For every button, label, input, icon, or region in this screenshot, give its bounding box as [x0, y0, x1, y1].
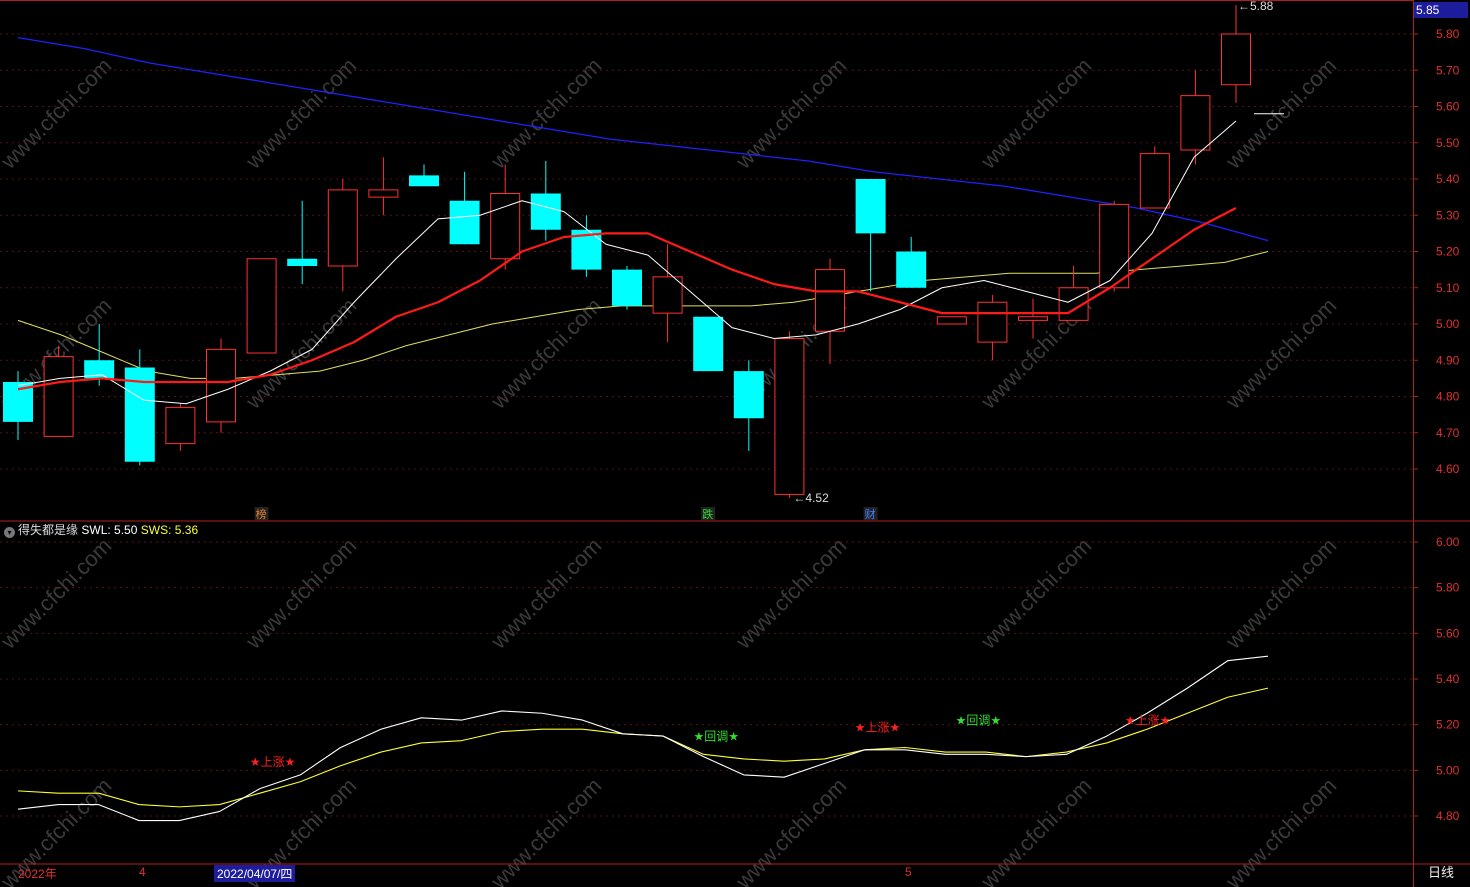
price-tick-label: 5.20: [1436, 245, 1460, 259]
watermark-text: www.cfchi.com: [485, 53, 606, 174]
price-tick-label: 4.80: [1436, 390, 1460, 404]
price-tick-label: 5.00: [1436, 317, 1460, 331]
sws-value: 5.36: [174, 523, 199, 537]
main-annotations: ←5.88 ←4.52 榜 跌 财: [254, 0, 1284, 521]
white-ma-line: [17, 120, 1237, 405]
watermark-text: www.cfchi.com: [1220, 533, 1341, 654]
price-tick-label: 5.50: [1436, 136, 1460, 150]
candle-body-down: [449, 200, 480, 245]
swl-value: 5.50: [114, 523, 138, 537]
candle-body-up: [206, 348, 236, 423]
high-price-label: ←5.88: [1238, 0, 1274, 13]
candle-body-down: [287, 258, 318, 266]
candle-body-up: [327, 189, 358, 267]
candle-body-up: [165, 406, 196, 445]
indicator-tick-label: 5.60: [1436, 626, 1460, 640]
indicator-tick-label: 4.80: [1436, 809, 1460, 823]
price-tick-label: 4.90: [1436, 353, 1460, 367]
candle-body-up: [1018, 316, 1048, 321]
sws-name: SWS: [140, 523, 169, 537]
price-axis: 5.80 5.70 5.60 5.50 5.40 5.30 5.20 5.10 5.00 4.90…: [1413, 27, 1460, 823]
selected-date: 2022/04/07/四: [214, 865, 296, 882]
candle-body-up: [815, 269, 845, 332]
current-price-badge: 5.85: [1414, 2, 1468, 18]
candle-body-up: [368, 189, 399, 198]
watermark-text: www.cfchi.com: [730, 53, 851, 174]
swl-name: SWL: [81, 523, 108, 537]
watermark-text: www.cfchi.com: [0, 533, 116, 654]
watermark-text: www.cfchi.com: [485, 533, 606, 654]
signal-label: ★上涨★: [1125, 713, 1171, 728]
candle-body-down: [409, 175, 439, 187]
time-label-may: 5: [905, 865, 912, 879]
candle-body-down: [530, 193, 561, 230]
event-tag: 跌: [702, 507, 713, 521]
candle-body-up: [1139, 153, 1170, 209]
watermark-text: www.cfchi.com: [975, 53, 1096, 174]
price-tick-label: 5.30: [1436, 208, 1460, 222]
price-tick-label: 5.80: [1436, 27, 1460, 41]
time-label-year: 2022年: [18, 867, 57, 881]
time-label-april: 4: [139, 865, 146, 879]
watermark-text: www.cfchi.com: [975, 533, 1096, 654]
candle-body-down: [855, 179, 886, 234]
signal-label: ★回调★: [956, 714, 1002, 728]
price-tick-label: 5.70: [1436, 63, 1460, 77]
indicator-header: ▾ 得失都是缘 SWL: 5.50 SWS: 5.36: [4, 521, 198, 539]
low-price-label: ←4.52: [793, 491, 829, 505]
indicator-tick-label: 5.40: [1436, 672, 1460, 686]
signal-label: ★回调★: [693, 730, 739, 744]
time-axis: 2022年 4 2022/04/07/四 5: [0, 864, 1470, 887]
watermark-text: www.cfchi.com: [0, 53, 116, 174]
candle-body-down: [733, 371, 764, 419]
candle-body-up: [774, 338, 805, 495]
sws-label: SWS: 5.36: [140, 523, 199, 537]
price-tick-label: 4.60: [1436, 462, 1460, 476]
price-tick-label: 5.10: [1436, 281, 1460, 295]
candle-body-up: [43, 356, 74, 437]
event-tag: 财: [865, 507, 876, 521]
chart-canvas[interactable]: www.cfchi.com www.cfchi.com www.cfchi.com w…: [0, 0, 1470, 887]
white-moving-average: [17, 120, 1237, 405]
signal-label: ★上涨★: [855, 720, 901, 735]
candle-body-down: [896, 251, 927, 288]
candle-body-down: [693, 316, 724, 372]
candle-body-up: [936, 316, 967, 325]
indicator-tick-label: 5.00: [1436, 763, 1460, 777]
collapse-icon[interactable]: ▾: [4, 527, 15, 538]
event-tag: 榜: [256, 507, 267, 521]
indicator-tick-label: 5.20: [1436, 718, 1460, 732]
indicator-tick-label: 6.00: [1436, 535, 1460, 549]
swl-label: SWL: 5.50: [81, 523, 138, 537]
signal-label: ★上涨★: [250, 754, 296, 769]
price-tick-label: 5.60: [1436, 100, 1460, 114]
price-tick-label: 5.40: [1436, 172, 1460, 186]
price-tick-label: 4.70: [1436, 426, 1460, 440]
indicator-title: 得失都是缘: [18, 523, 79, 537]
candle-body-up: [246, 258, 277, 354]
watermark-text: www.cfchi.com: [240, 533, 361, 654]
watermark-text: www.cfchi.com: [730, 533, 851, 654]
candle-body-up: [1180, 95, 1211, 151]
candle-body-up: [1221, 33, 1251, 86]
watermark-text: www.cfchi.com: [240, 53, 361, 174]
candle-body-up: [652, 276, 683, 314]
candle-body-up: [977, 301, 1008, 343]
indicator-tick-label: 5.80: [1436, 581, 1460, 595]
candle-body-down: [612, 269, 642, 306]
watermark-text: www.cfchi.com: [1220, 293, 1341, 414]
period-selector[interactable]: 日线: [1416, 863, 1466, 885]
